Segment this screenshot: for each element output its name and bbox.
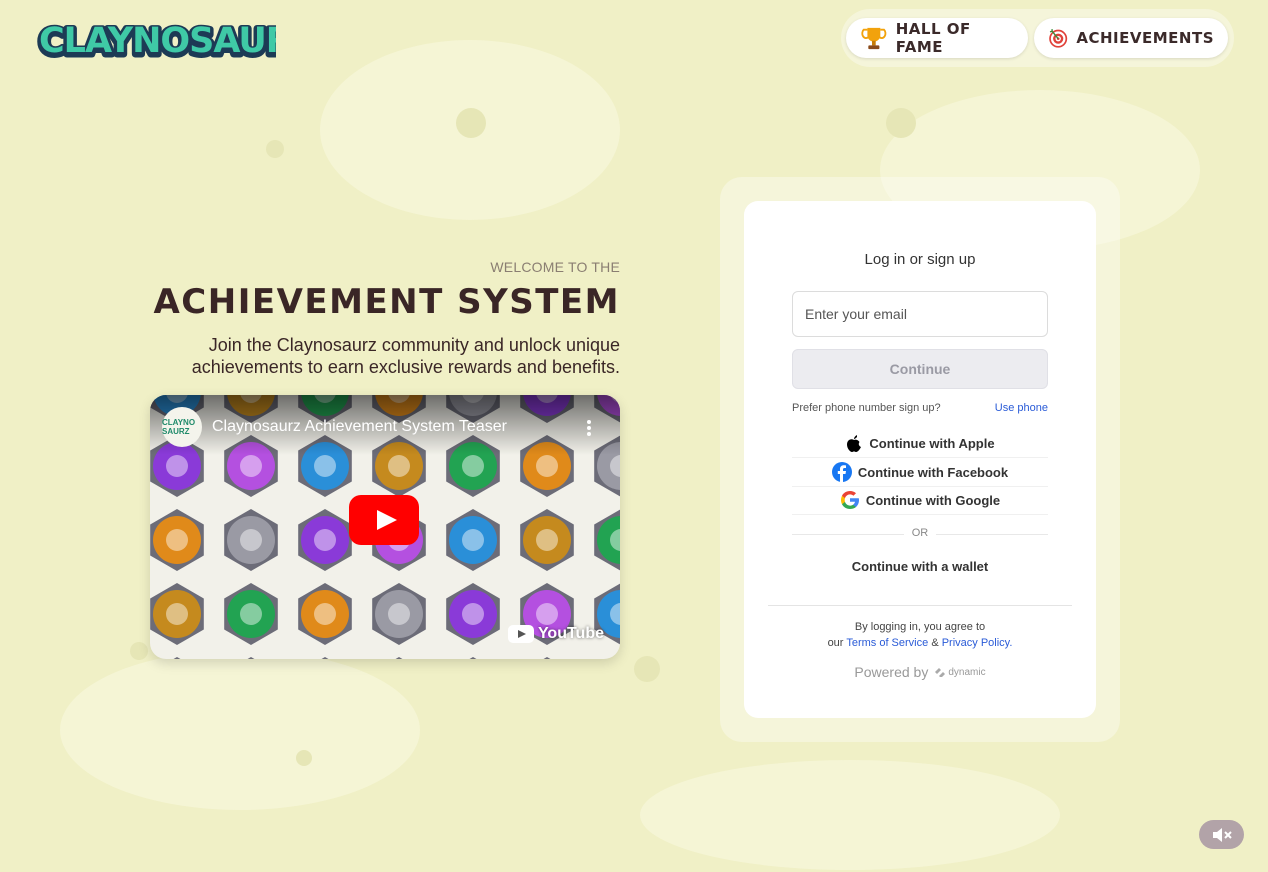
- welcome-text: WELCOME TO THE: [490, 259, 620, 275]
- achievement-badge: [321, 657, 329, 659]
- facebook-icon: [831, 462, 852, 482]
- powered-by-label: Powered by: [854, 664, 929, 680]
- background-dot: [266, 140, 284, 158]
- prefer-phone-text: Prefer phone number sign up?: [792, 402, 941, 414]
- achievement-badge: [224, 583, 278, 645]
- video-embed[interactable]: CLAYNO SAURZ Claynosaurz Achievement Sys…: [150, 395, 620, 659]
- achievement-badge: [298, 583, 352, 645]
- achievement-badge: [594, 509, 620, 571]
- more-vert-icon[interactable]: [586, 419, 592, 437]
- achievement-badge: [150, 583, 204, 645]
- background-dot: [130, 642, 148, 660]
- continue-with-apple-button[interactable]: Continue with Apple: [792, 429, 1048, 458]
- continue-with-google-button[interactable]: Continue with Google: [792, 486, 1048, 515]
- background-dot: [634, 656, 660, 682]
- continue-button[interactable]: Continue: [792, 349, 1048, 389]
- achievement-badge: [173, 657, 181, 659]
- login-card: Log in or sign up Continue Prefer phone …: [744, 201, 1096, 718]
- achievement-badge: [446, 583, 500, 645]
- terms-our: our: [827, 637, 844, 649]
- achievement-badge: [298, 509, 352, 571]
- background-dot: [456, 108, 486, 138]
- continue-with-facebook-button[interactable]: Continue with Facebook: [792, 458, 1048, 487]
- dynamic-label: dynamic: [948, 666, 986, 678]
- page-title: ACHIEVEMENT SYSTEM: [153, 282, 620, 322]
- background-blob: [640, 760, 1060, 870]
- background-dot: [296, 750, 312, 766]
- terms-text: By logging in, you agree to our Terms of…: [744, 619, 1096, 651]
- continue-with-wallet-button[interactable]: Continue with a wallet: [792, 559, 1048, 574]
- use-phone-link[interactable]: Use phone: [995, 402, 1048, 414]
- card-divider: [768, 605, 1072, 606]
- powered-by[interactable]: Powered by dynamic: [744, 664, 1096, 680]
- privacy-policy-link[interactable]: Privacy Policy.: [942, 637, 1013, 649]
- youtube-watermark[interactable]: YouTube: [507, 625, 604, 643]
- dynamic-logo: dynamic: [934, 666, 986, 678]
- achievement-badge: [150, 509, 204, 571]
- target-icon: [1049, 29, 1068, 48]
- video-title[interactable]: Claynosaurz Achievement System Teaser: [212, 418, 507, 436]
- channel-avatar[interactable]: CLAYNO SAURZ: [162, 407, 202, 447]
- svg-text:CLAYNOSAURZ: CLAYNOSAURZ: [39, 21, 276, 61]
- login-heading: Log in or sign up: [864, 251, 976, 268]
- achievement-badge: [395, 657, 403, 659]
- google-icon: [840, 491, 859, 509]
- facebook-label: Continue with Facebook: [857, 464, 1009, 480]
- youtube-logo-icon: [507, 625, 534, 643]
- top-nav: HALL OF FAME ACHIEVEMENTS: [841, 9, 1234, 67]
- achievement-badge: [469, 657, 477, 659]
- or-label: OR: [904, 527, 936, 539]
- trophy-icon: [861, 27, 887, 50]
- claynosaurz-logo[interactable]: CLAYNOSAURZ CLAYNOSAURZ: [36, 12, 276, 65]
- mute-toggle[interactable]: [1199, 820, 1244, 849]
- achievement-badge: [543, 657, 551, 659]
- achievements-button[interactable]: ACHIEVEMENTS: [1034, 18, 1228, 58]
- hall-of-fame-label: HALL OF FAME: [895, 20, 971, 56]
- apple-icon: [847, 435, 862, 452]
- google-label: Continue with Google: [865, 492, 1001, 508]
- background-blob: [60, 650, 420, 810]
- dynamic-icon: [935, 668, 946, 677]
- achievement-badge: [247, 657, 255, 659]
- hall-of-fame-button[interactable]: HALL OF FAME: [846, 18, 1028, 58]
- terms-and: &: [931, 637, 939, 649]
- terms-of-service-link[interactable]: Terms of Service: [846, 637, 928, 649]
- email-input[interactable]: [792, 291, 1048, 337]
- youtube-label: YouTube: [537, 625, 604, 642]
- achievements-label: ACHIEVEMENTS: [1076, 29, 1214, 47]
- background-dot: [886, 108, 916, 138]
- apple-label: Continue with Apple: [869, 435, 995, 451]
- youtube-play-icon[interactable]: [349, 495, 419, 545]
- achievement-badge: [446, 509, 500, 571]
- achievement-badge: [372, 583, 426, 645]
- page-subtitle: Join the Claynosaurz community and unloc…: [191, 335, 620, 377]
- mute-icon: [1212, 827, 1232, 842]
- achievement-badge: [617, 657, 620, 659]
- achievement-badge: [520, 509, 574, 571]
- terms-prefix: By logging in, you agree to: [854, 621, 986, 633]
- achievement-badge: [224, 509, 278, 571]
